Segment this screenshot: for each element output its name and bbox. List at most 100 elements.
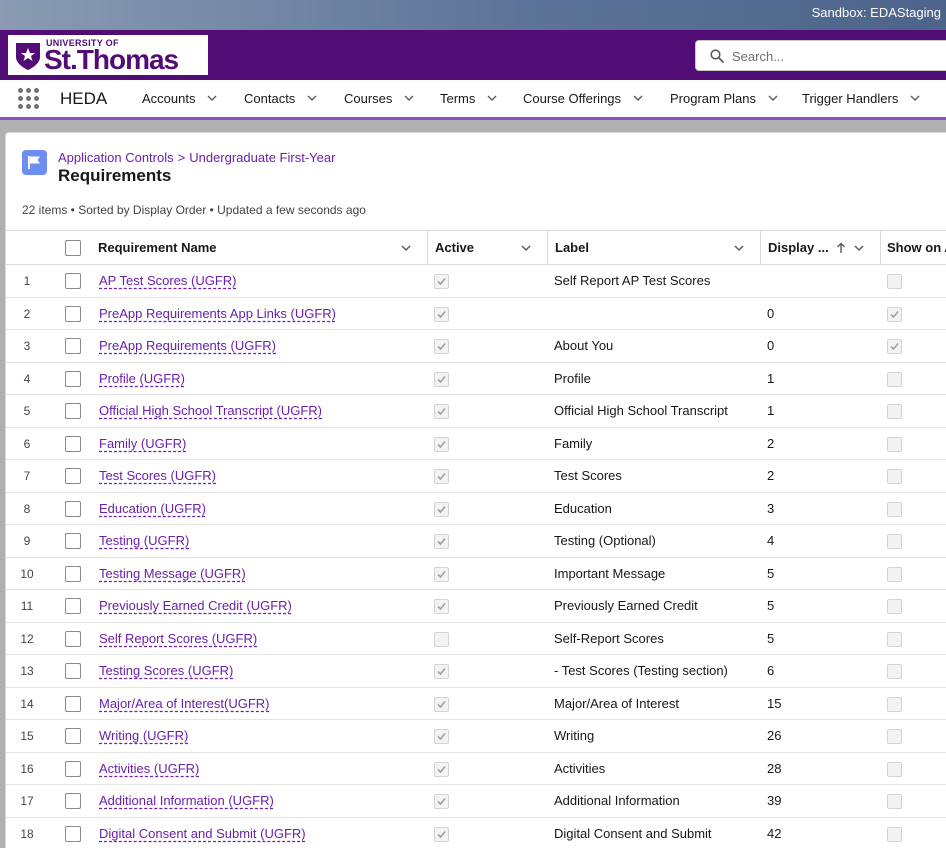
column-header-label[interactable]: Label [555, 231, 589, 264]
active-checkbox [434, 306, 449, 322]
row-select-checkbox[interactable] [65, 630, 81, 647]
row-select-checkbox[interactable] [65, 598, 81, 614]
requirement-name-link[interactable]: Digital Consent and Submit (UGFR) [99, 826, 306, 841]
chevron-down-icon[interactable] [404, 93, 414, 103]
active-checkbox [434, 599, 449, 614]
column-header-show-on-application[interactable]: Show on Application [887, 231, 946, 264]
requirement-name-link[interactable]: Testing (UGFR) [99, 533, 189, 548]
show-on-application-checkbox [887, 306, 902, 322]
requirement-name-link[interactable]: Additional Information (UGFR) [99, 793, 274, 808]
search-icon [710, 49, 724, 63]
column-header-active[interactable]: Active [435, 231, 474, 264]
row-select-checkbox[interactable] [65, 305, 81, 322]
row-select-checkbox[interactable] [65, 403, 81, 419]
active-checkbox [434, 826, 449, 842]
row-number: 8 [23, 501, 31, 516]
table-row: 7 Test Scores (UGFR) Test Scores 2 [6, 460, 946, 493]
label-cell: Education [554, 500, 612, 516]
row-select-checkbox[interactable] [65, 565, 81, 582]
row-select-checkbox[interactable] [65, 370, 81, 387]
chevron-down-icon[interactable] [487, 93, 497, 103]
label-cell: Important Message [554, 565, 666, 581]
show-on-application-checkbox [887, 404, 902, 419]
row-select-checkbox[interactable] [65, 663, 81, 679]
select-all-checkbox[interactable] [65, 240, 81, 256]
row-number: 11 [20, 599, 34, 613]
list-meta: 22 items • Sorted by Display Order • Upd… [22, 203, 366, 217]
row-number: 4 [23, 371, 31, 386]
requirement-name-link[interactable]: Testing Scores (UGFR) [99, 663, 233, 678]
show-on-application-checkbox [887, 469, 902, 484]
requirement-name-link[interactable]: AP Test Scores (UGFR) [99, 273, 237, 288]
chevron-down-icon[interactable] [910, 93, 920, 103]
chevron-down-icon[interactable] [853, 242, 865, 254]
label-cell: Testing (Optional) [554, 533, 656, 548]
display-order-cell: 0 [767, 338, 775, 353]
nav-item-contacts[interactable]: Contacts [244, 80, 317, 117]
nav-item-trigger-handlers[interactable]: Trigger Handlers [802, 80, 920, 117]
row-select-checkbox[interactable] [65, 468, 81, 484]
requirement-name-link[interactable]: Self Report Scores (UGFR) [99, 631, 257, 646]
row-select-checkbox[interactable] [65, 825, 81, 842]
chevron-down-icon[interactable] [207, 93, 217, 103]
nav-item-terms[interactable]: Terms [440, 80, 497, 117]
requirement-name-link[interactable]: Official High School Transcript (UGFR) [99, 403, 322, 418]
requirement-name-link[interactable]: Testing Message (UGFR) [99, 566, 246, 581]
chevron-down-icon[interactable] [633, 93, 643, 103]
row-number: 3 [23, 339, 31, 353]
table-row: 3 PreApp Requirements (UGFR) About You 0 [6, 330, 946, 363]
chevron-down-icon[interactable] [400, 242, 412, 254]
requirement-name-link[interactable]: Test Scores (UGFR) [99, 468, 216, 483]
requirement-name-link[interactable]: Profile (UGFR) [99, 371, 185, 386]
requirement-name-link[interactable]: Major/Area of Interest(UGFR) [99, 696, 270, 711]
display-order-cell: 4 [767, 533, 775, 548]
row-number: 16 [20, 761, 34, 776]
row-select-checkbox[interactable] [65, 500, 81, 517]
breadcrumb-separator: > [177, 150, 186, 165]
row-select-checkbox[interactable] [65, 533, 81, 549]
column-header-display-order[interactable]: Display ... [768, 231, 829, 264]
nav-item-accounts[interactable]: Accounts [142, 80, 217, 117]
display-order-cell: 6 [767, 663, 775, 678]
show-on-application-checkbox [887, 534, 902, 549]
row-select-checkbox[interactable] [65, 695, 81, 712]
active-checkbox [434, 404, 449, 419]
requirement-name-link[interactable]: Education (UGFR) [99, 501, 206, 516]
row-select-checkbox[interactable] [65, 760, 81, 777]
display-order-cell: 5 [767, 565, 775, 581]
label-cell: About You [554, 338, 614, 353]
breadcrumb-application-controls[interactable]: Application Controls [58, 150, 174, 165]
chevron-down-icon[interactable] [307, 93, 317, 103]
table-row: 8 Education (UGFR) Education 3 [6, 493, 946, 525]
column-header-requirement-name[interactable]: Requirement Name [98, 231, 216, 264]
display-order-cell: 26 [767, 728, 782, 743]
chevron-down-icon[interactable] [768, 93, 778, 103]
row-number: 17 [20, 794, 34, 808]
row-select-checkbox[interactable] [65, 728, 81, 744]
requirement-name-link[interactable]: Previously Earned Credit (UGFR) [99, 598, 292, 613]
requirement-name-link[interactable]: PreApp Requirements App Links (UGFR) [99, 306, 336, 321]
requirement-name-link[interactable]: PreApp Requirements (UGFR) [99, 338, 276, 353]
display-order-cell: 39 [767, 793, 782, 808]
requirement-name-link[interactable]: Writing (UGFR) [99, 728, 188, 743]
sandbox-label: Sandbox: EDAStaging [811, 5, 941, 20]
row-select-checkbox[interactable] [65, 793, 81, 809]
row-number: 12 [20, 631, 34, 646]
row-select-checkbox[interactable] [65, 273, 81, 289]
requirement-name-link[interactable]: Family (UGFR) [99, 436, 186, 451]
university-logo[interactable]: UNIVERSITY OF St.Thomas [8, 35, 208, 75]
search-input[interactable] [732, 46, 932, 66]
breadcrumb-undergraduate-first-year[interactable]: Undergraduate First-Year [189, 150, 335, 165]
row-select-checkbox[interactable] [65, 338, 81, 354]
nav-item-label: Course Offerings [523, 91, 622, 106]
sort-ascending-icon[interactable] [835, 242, 847, 254]
requirement-name-link[interactable]: Activities (UGFR) [99, 761, 199, 776]
chevron-down-icon[interactable] [733, 242, 745, 254]
app-launcher-icon[interactable] [18, 88, 39, 109]
global-search[interactable] [695, 40, 946, 71]
nav-item-program-plans[interactable]: Program Plans [670, 80, 778, 117]
chevron-down-icon[interactable] [520, 242, 532, 254]
nav-item-course-offerings[interactable]: Course Offerings [523, 80, 643, 117]
nav-item-courses[interactable]: Courses [344, 80, 414, 117]
row-select-checkbox[interactable] [65, 435, 81, 452]
